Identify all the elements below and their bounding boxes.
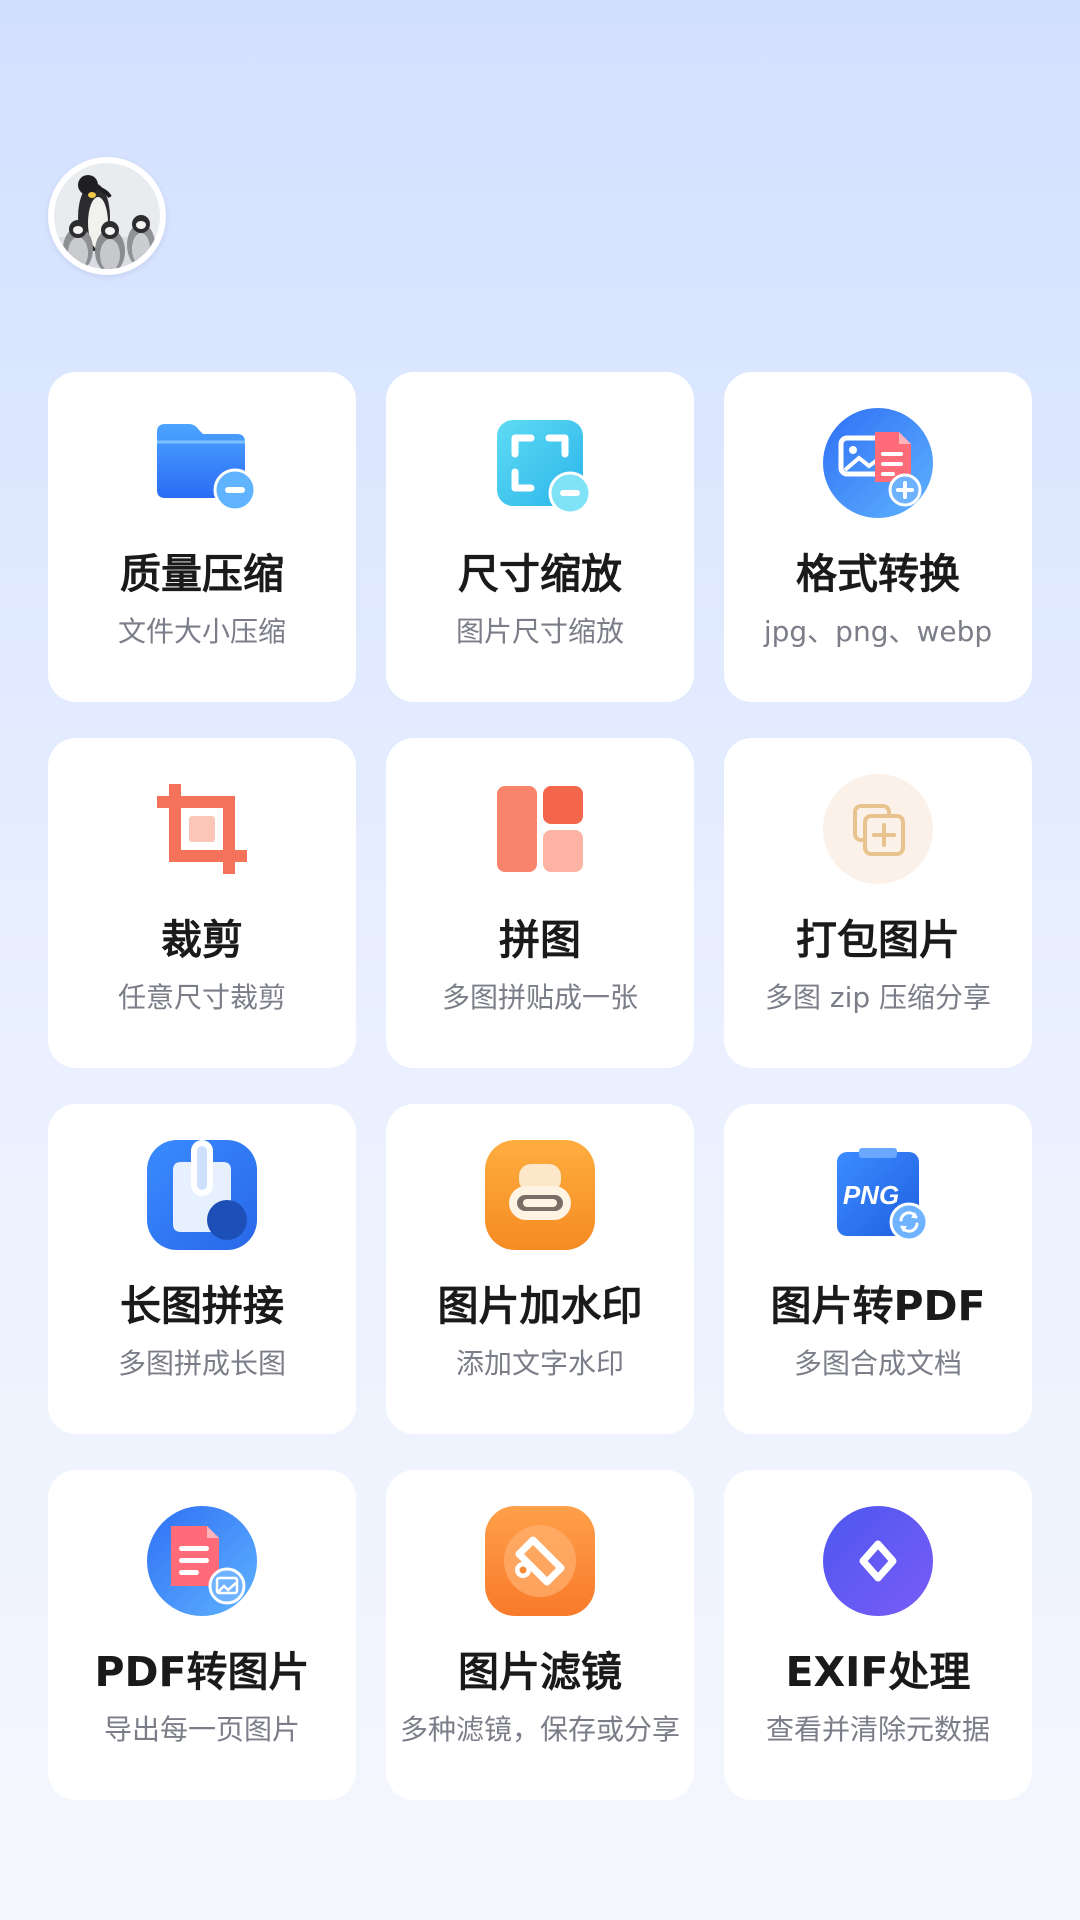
tool-subtitle: 文件大小压缩 [117,615,286,648]
png-convert-icon: PNG [823,1140,933,1250]
tool-title: 长图拼接 [120,1282,284,1330]
tool-card-size-scale[interactable]: 尺寸缩放 图片尺寸缩放 [386,372,694,702]
tool-title: EXIF处理 [785,1648,971,1696]
watermark-stamp-icon [485,1140,595,1250]
tool-title: 图片滤镜 [458,1648,622,1696]
tool-card-pack-images[interactable]: 打包图片 多图 zip 压缩分享 [724,738,1032,1068]
tool-subtitle: 导出每一页图片 [103,1713,300,1746]
tool-card-collage[interactable]: 拼图 多图拼贴成一张 [386,738,694,1068]
avatar[interactable] [48,157,166,275]
long-stitch-icon [147,1140,257,1250]
tool-subtitle: 多图 zip 压缩分享 [764,981,992,1014]
tool-card-filter[interactable]: 图片滤镜 多种滤镜，保存或分享 [386,1470,694,1800]
tool-title: 裁剪 [161,916,243,964]
tool-card-long-stitch[interactable]: 长图拼接 多图拼成长图 [48,1104,356,1434]
format-convert-icon [823,408,933,518]
tool-subtitle: 查看并清除元数据 [765,1713,990,1746]
tool-title: 质量压缩 [120,550,284,598]
penguin-avatar-icon [51,160,163,272]
tool-grid: 质量压缩 文件大小压缩 尺寸缩放 图片尺寸缩放 格式转换 jpg、png、web… [48,372,1032,1800]
tool-subtitle: 图片尺寸缩放 [455,615,624,648]
tool-title: PDF转图片 [94,1648,310,1696]
tool-title: 尺寸缩放 [458,550,622,598]
collage-icon [485,774,595,884]
tool-card-pdf-to-image[interactable]: PDF转图片 导出每一页图片 [48,1470,356,1800]
tool-card-watermark[interactable]: 图片加水印 添加文字水印 [386,1104,694,1434]
tool-card-image-to-pdf[interactable]: PNG 图片转PDF 多图合成文档 [724,1104,1032,1434]
tool-card-crop[interactable]: 裁剪 任意尺寸裁剪 [48,738,356,1068]
tool-title: 格式转换 [796,550,960,598]
tool-title: 拼图 [499,916,581,964]
tool-subtitle: 多种滤镜，保存或分享 [399,1713,680,1746]
pdf-to-image-icon [147,1506,257,1616]
filter-icon [485,1506,595,1616]
tool-subtitle: 多图拼贴成一张 [441,981,638,1014]
tool-title: 图片加水印 [437,1282,643,1330]
tool-title: 图片转PDF [770,1282,986,1330]
tool-card-exif[interactable]: EXIF处理 查看并清除元数据 [724,1470,1032,1800]
svg-text:PNG: PNG [843,1180,899,1210]
tool-subtitle: 任意尺寸裁剪 [117,981,286,1014]
pack-zip-icon [823,774,933,884]
resize-frame-icon [485,408,595,518]
folder-minus-icon [147,408,257,518]
exif-diamond-icon [823,1506,933,1616]
tool-title: 打包图片 [796,916,960,964]
tool-subtitle: jpg、png、webp [763,615,993,648]
tool-subtitle: 多图拼成长图 [117,1347,286,1380]
tool-subtitle: 多图合成文档 [793,1347,962,1380]
tool-card-quality-compress[interactable]: 质量压缩 文件大小压缩 [48,372,356,702]
crop-icon [147,774,257,884]
tool-subtitle: 添加文字水印 [455,1347,624,1380]
tool-card-format-convert[interactable]: 格式转换 jpg、png、webp [724,372,1032,702]
